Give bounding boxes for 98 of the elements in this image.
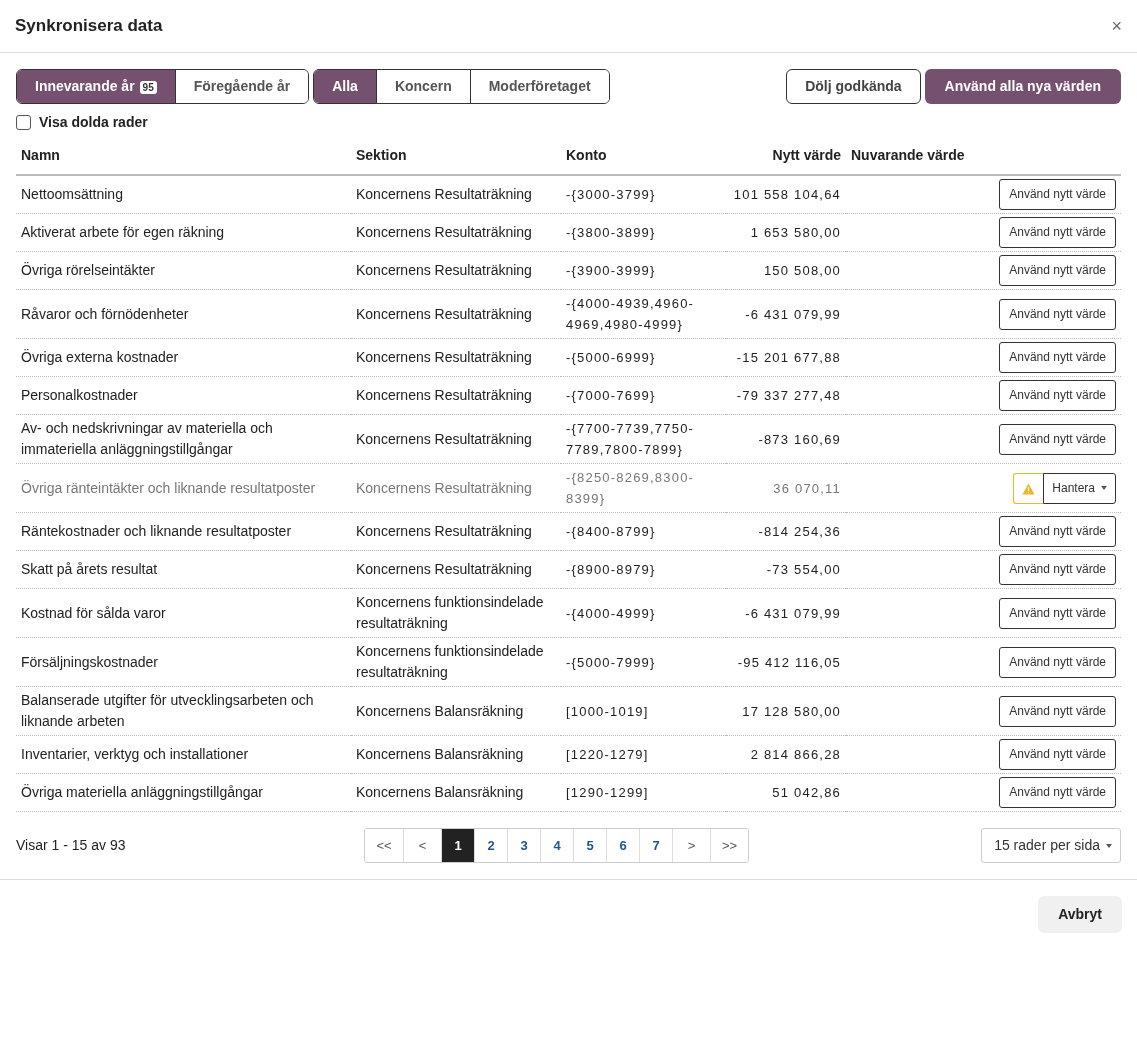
apply-value-button[interactable]: Använd nytt värde xyxy=(999,255,1116,286)
apply-value-button[interactable]: Använd nytt värde xyxy=(999,739,1116,770)
table-cell: Övriga ränteintäkter och liknande resultatposter xyxy=(16,463,351,513)
table-cell: -{5000-6999} xyxy=(561,338,726,377)
table-cell: -15 201 677,88 xyxy=(726,338,846,377)
table-cell: Övriga rörelseintäkter xyxy=(16,251,351,290)
table-cell: Av- och nedskrivningar av materiella och immateriella anläggningstillgångar xyxy=(16,414,351,464)
checkbox-label: Visa dolda rader xyxy=(39,113,148,132)
apply-value-button[interactable]: Använd nytt värde xyxy=(999,423,1116,455)
table-cell: Övriga externa kostnader xyxy=(16,338,351,377)
table-cell: Personalkostnader xyxy=(16,376,351,415)
table-cell: Koncernens Resultaträkning xyxy=(351,414,561,464)
apply-value-button[interactable]: Använd nytt värde xyxy=(999,646,1116,678)
table-cell: -{5000-7999} xyxy=(561,637,726,687)
apply-value-button[interactable]: Använd nytt värde xyxy=(999,516,1116,547)
table-cell: 101 558 104,64 xyxy=(726,175,846,214)
table-cell: Koncernens Balansräkning xyxy=(351,735,561,774)
apply-value-button[interactable]: Använd nytt värde xyxy=(999,298,1116,330)
table-cell: 36 070,11 xyxy=(726,463,846,513)
column-header: Konto xyxy=(561,137,726,175)
table-cell: Koncernens Resultaträkning xyxy=(351,463,561,513)
page-link[interactable]: 1 xyxy=(441,829,474,862)
table-cell: Koncernens Resultaträkning xyxy=(351,338,561,377)
count-badge: 95 xyxy=(139,81,157,94)
page-link[interactable]: >> xyxy=(710,829,748,862)
table-cell: Koncernens Resultaträkning xyxy=(351,175,561,214)
table-cell: -{7700-7739,7750-7789,7800-7899} xyxy=(561,414,726,464)
column-header: Namn xyxy=(16,137,351,175)
cancel-button[interactable]: Avbryt xyxy=(1038,896,1122,933)
table-cell: Koncernens Resultaträkning xyxy=(351,512,561,551)
manage-dropdown[interactable]: Hantera xyxy=(1043,472,1116,504)
table-cell: -{8900-8979} xyxy=(561,550,726,589)
table-cell: Koncernens Resultaträkning xyxy=(351,376,561,415)
apply-value-button[interactable]: Använd nytt värde xyxy=(999,777,1116,808)
table-cell: 51 042,86 xyxy=(726,773,846,812)
table-cell: -79 337 277,48 xyxy=(726,376,846,415)
column-header: Sektion xyxy=(351,137,561,175)
table-cell: -814 254,36 xyxy=(726,512,846,551)
table-cell: -{8250-8269,8300-8399} xyxy=(561,463,726,513)
warning-icon xyxy=(1022,482,1036,495)
table-cell: [1290-1299] xyxy=(561,773,726,812)
column-header: Nuvarande värde xyxy=(846,137,976,175)
table-cell: -{7000-7699} xyxy=(561,376,726,415)
warning-button[interactable] xyxy=(1013,472,1044,504)
year-tab[interactable]: Föregående år xyxy=(174,70,309,103)
scope-tab[interactable]: Moderföretaget xyxy=(469,70,609,103)
apply-value-button[interactable]: Använd nytt värde xyxy=(999,217,1116,248)
table-cell: Övriga materiella anläggningstillgångar xyxy=(16,773,351,812)
table-cell: -73 554,00 xyxy=(726,550,846,589)
table-cell: Koncernens funktionsindelade resultaträkning xyxy=(351,588,561,638)
table-cell: Koncernens funktionsindelade resultaträkning xyxy=(351,637,561,687)
table-cell: Nettoomsättning xyxy=(16,175,351,214)
table-cell: -{8400-8799} xyxy=(561,512,726,551)
table-cell: -{4000-4999} xyxy=(561,588,726,638)
apply-value-button[interactable]: Använd nytt värde xyxy=(999,380,1116,411)
table-cell: -95 412 116,05 xyxy=(726,637,846,687)
table-cell: [1000-1019] xyxy=(561,686,726,736)
apply-all-button[interactable]: Använd alla nya värden xyxy=(924,69,1121,104)
apply-value-button[interactable]: Använd nytt värde xyxy=(999,554,1116,585)
table-cell: 150 508,00 xyxy=(726,251,846,290)
column-header: Nytt värde xyxy=(726,137,846,175)
table-cell: [1220-1279] xyxy=(561,735,726,774)
table-cell: -{3900-3999} xyxy=(561,251,726,290)
modal-title: Synkronisera data xyxy=(15,15,163,38)
table-cell: Kostnad för sålda varor xyxy=(16,588,351,638)
apply-value-button[interactable]: Använd nytt värde xyxy=(999,695,1116,727)
table-cell: Koncernens Balansräkning xyxy=(351,686,561,736)
table-cell: -{3000-3799} xyxy=(561,175,726,214)
table-cell: Koncernens Resultaträkning xyxy=(351,289,561,339)
hide-approved-button[interactable]: Dölj godkända xyxy=(786,69,921,104)
table-cell: 1 653 580,00 xyxy=(726,213,846,252)
year-tab[interactable]: Innevarande år 95 xyxy=(17,70,175,103)
apply-value-button[interactable]: Använd nytt värde xyxy=(999,597,1116,629)
table-cell: Räntekostnader och liknande resultatposter xyxy=(16,512,351,551)
table-cell: Balanserade utgifter för utvecklingsarbeten och liknande arbeten xyxy=(16,686,351,736)
scope-tab[interactable]: Alla xyxy=(314,70,376,103)
checkbox[interactable] xyxy=(16,115,31,130)
table-cell: Koncernens Resultaträkning xyxy=(351,213,561,252)
table-cell: -{4000-4939,4960-4969,4980-4999} xyxy=(561,289,726,339)
table-cell: Försäljningskostnader xyxy=(16,637,351,687)
apply-value-button[interactable]: Använd nytt värde xyxy=(999,342,1116,373)
close-button[interactable]: × xyxy=(1111,12,1122,40)
table-cell: Aktiverat arbete för egen räkning xyxy=(16,213,351,252)
table-cell: Koncernens Resultaträkning xyxy=(351,251,561,290)
apply-value-button[interactable]: Använd nytt värde xyxy=(999,179,1116,210)
table-cell: -6 431 079,99 xyxy=(726,289,846,339)
table-cell: -{3800-3899} xyxy=(561,213,726,252)
table-cell: -6 431 079,99 xyxy=(726,588,846,638)
table-cell: Inventarier, verktyg och installationer xyxy=(16,735,351,774)
table-cell: Koncernens Balansräkning xyxy=(351,773,561,812)
table-cell: 2 814 866,28 xyxy=(726,735,846,774)
table-cell: 17 128 580,00 xyxy=(726,686,846,736)
table-cell: Koncernens Resultaträkning xyxy=(351,550,561,589)
page-size-dropdown[interactable]: 15 rader per sida xyxy=(981,828,1121,863)
pagination-summary: Visar 1 - 15 av 93 xyxy=(16,836,127,855)
table-cell: -873 160,69 xyxy=(726,414,846,464)
table-cell: Skatt på årets resultat xyxy=(16,550,351,589)
table-cell: Råvaror och förnödenheter xyxy=(16,289,351,339)
